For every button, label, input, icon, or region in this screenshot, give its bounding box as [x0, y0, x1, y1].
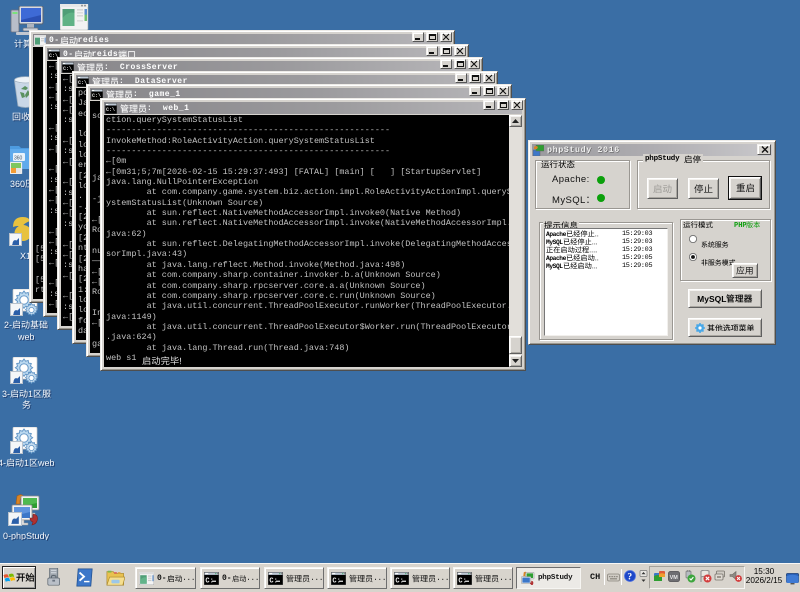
- svg-text:C:\: C:\: [63, 66, 72, 72]
- svg-text:C:\: C:\: [106, 107, 115, 113]
- svg-text:VM: VM: [670, 575, 679, 581]
- svg-text:?: ?: [627, 572, 632, 582]
- svg-text:360: 360: [14, 156, 23, 162]
